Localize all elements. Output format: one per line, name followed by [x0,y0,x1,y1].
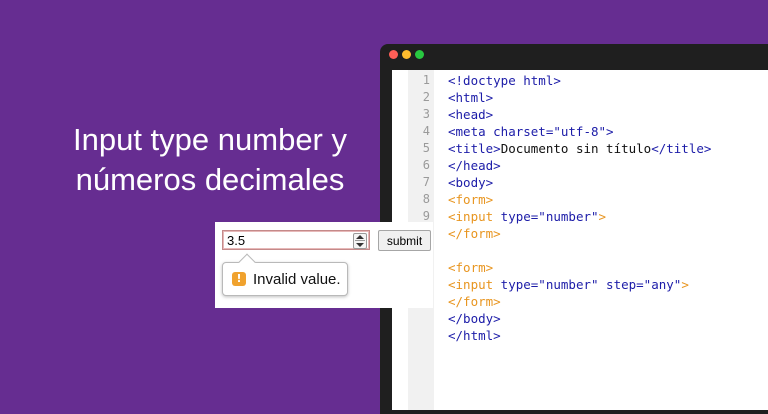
validation-message: Invalid value. [253,271,341,288]
headline: Input type number y números decimales [40,120,380,200]
line-number: 6 [422,158,430,172]
maximize-window-icon[interactable] [415,50,424,59]
code-editor-window: 1 <!doctype html> 2 <html> 3 <head> 4 <meta cha… [380,44,768,414]
code-text: <head> [448,107,494,122]
code-text: <title>Documento sin título</title> [448,141,712,156]
code-text: <input type="number"> [448,209,607,224]
spinner-down-icon[interactable] [356,243,364,247]
spinner-up-icon[interactable] [356,235,364,239]
spinner-divider [355,240,365,241]
code-text: </html> [448,328,501,343]
code-text: <input type="number" step="any"> [448,277,689,292]
number-input-value: 3.5 [227,233,246,248]
validation-tooltip: ! Invalid value. [222,253,348,296]
code-text: </form> [448,226,501,241]
headline-line-2: números decimales [75,162,345,197]
code-text: <html> [448,90,494,105]
minimize-window-icon[interactable] [402,50,411,59]
code-text: <!doctype html> [448,73,561,88]
line-number: 7 [422,175,430,189]
line-number: 1 [422,73,430,87]
tooltip-arrow [238,253,256,271]
code-text: </body> [448,311,501,326]
form-demo: 3.5 submit ! Invalid value. [215,222,433,308]
line-number: 2 [422,90,430,104]
code-text: </form> [448,294,501,309]
code-text: <meta charset="utf-8"> [448,124,614,139]
code-editor[interactable]: 1 <!doctype html> 2 <html> 3 <head> 4 <meta cha… [392,70,768,410]
number-input[interactable]: 3.5 [222,230,370,250]
number-spinner[interactable] [353,233,367,249]
code-text: </head> [448,158,501,173]
line-number: 5 [422,141,430,155]
warning-icon: ! [232,272,246,286]
window-controls [389,50,424,59]
code-text: <form> [448,260,494,275]
close-window-icon[interactable] [389,50,398,59]
code-text: <form> [448,192,494,207]
line-number: 4 [422,124,430,138]
line-number: 3 [422,107,430,121]
submit-button[interactable]: submit [378,230,431,251]
code-text: <body> [448,175,494,190]
headline-line-1: Input type number y [73,122,347,157]
line-number: 8 [422,192,430,206]
